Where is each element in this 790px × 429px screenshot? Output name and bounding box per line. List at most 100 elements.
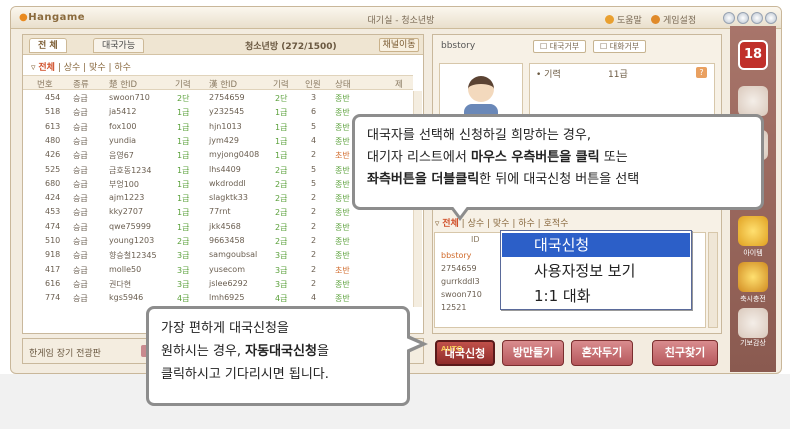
col-extra[interactable]: 제 <box>395 78 403 90</box>
table-cell: 918 <box>45 250 61 260</box>
user-filter-rival[interactable]: 호적수 <box>544 219 569 229</box>
list-item[interactable]: 2754659 <box>441 264 477 273</box>
table-cell: 2 <box>311 250 317 260</box>
col-han-level[interactable]: 기력 <box>273 78 289 90</box>
filter-lower[interactable]: 하수 <box>114 63 131 73</box>
table-row[interactable]: 453 승급 kky2707 1급 77rnt 2급 2 종반 <box>23 207 413 219</box>
table-cell: jkk4568 <box>209 221 241 231</box>
menu-item-private-chat[interactable]: 1:1 대화 <box>502 284 690 308</box>
reject-game-checkbox[interactable]: ☐ 대국거부 <box>533 40 587 53</box>
reject-chat-checkbox[interactable]: ☐ 대화거부 <box>593 40 647 53</box>
user-list-scrollbar[interactable] <box>708 232 718 328</box>
table-row[interactable]: 918 승급 향승철12345 3급 samgoubsal 3급 2 종반 <box>23 250 413 262</box>
table-cell: fox100 <box>109 121 137 131</box>
table-cell: 3급 <box>177 279 190 289</box>
table-cell: swoon710 <box>109 93 150 102</box>
table-cell: 5 <box>311 178 317 188</box>
user-list-header: ID <box>471 235 480 244</box>
tab-all[interactable]: 전 체 <box>29 38 67 53</box>
menu-item-apply-game[interactable]: 대국신청 <box>502 233 690 257</box>
col-people[interactable]: 인원 <box>305 78 321 90</box>
help-window-button[interactable] <box>723 12 735 24</box>
hangame-logo: ●Hangame <box>19 12 86 23</box>
table-cell: 1급 <box>177 122 190 132</box>
list-item[interactable]: 12521 <box>441 303 466 312</box>
table-cell: 종반 <box>335 237 350 246</box>
list-item[interactable]: bbstory <box>441 251 471 260</box>
table-cell: 승급 <box>73 208 88 218</box>
minimize-button[interactable] <box>737 12 749 24</box>
table-row[interactable]: 774 승급 kgs5946 4급 lmh6925 4급 4 종반 <box>23 293 413 305</box>
window-title: 대기실 - 청소년방 <box>367 16 435 26</box>
col-han-id[interactable]: 漢 한ID <box>209 78 237 90</box>
search-icon[interactable] <box>738 86 768 116</box>
table-cell: 종반 <box>335 294 350 304</box>
table-row[interactable]: 474 승급 qwe75999 1급 jkk4568 2급 2 종반 <box>23 222 413 234</box>
room-tab-bar: 전 체 대국가능 청소년방 (272/1500) 채널이동 <box>23 35 423 55</box>
callout-bottom: 가장 편하게 대국신청을 원하시는 경우, 자동대국신청을 클릭하시고 기다리시… <box>146 306 410 406</box>
table-cell: 2급 <box>275 194 288 204</box>
table-cell: 77rnt <box>209 207 231 217</box>
table-cell: 종반 <box>335 122 350 132</box>
table-cell: 승급 <box>73 279 88 289</box>
filter-all[interactable]: 전체 <box>38 63 55 73</box>
table-cell: 4급 <box>275 294 288 304</box>
table-cell: 453 <box>45 207 61 217</box>
list-item[interactable]: gurrkddl3 <box>441 277 480 286</box>
table-cell: 2 <box>311 193 317 203</box>
col-status[interactable]: 상태 <box>335 78 351 90</box>
title-bar: ●Hangame 대기실 - 청소년방 도움말 게임설정 <box>11 7 781 29</box>
table-cell: 초반 <box>335 265 350 275</box>
sidebar-item-label: 아이템 <box>743 249 763 257</box>
filter-upper[interactable]: 상수 <box>64 63 81 73</box>
user-filter: ▿ 전체 | 상수 | 맞수 | 하수 | 호적수 <box>432 219 569 229</box>
table-row[interactable]: 417 승급 molle50 3급 yusecom 3급 2 초반 <box>23 265 413 277</box>
table-row[interactable]: 454 승급 swoon710 2단 2754659 2단 3 종반 <box>23 93 413 105</box>
table-row[interactable]: 510 승급 young1203 2급 9663458 2급 2 종반 <box>23 236 413 248</box>
item-icon[interactable] <box>738 216 768 246</box>
find-friend-button[interactable]: 친구찾기 <box>652 340 718 366</box>
tab-available[interactable]: 대국가능 <box>93 38 145 53</box>
table-cell: 종반 <box>335 251 350 261</box>
help-link[interactable]: 도움말 <box>605 13 642 26</box>
auto-apply-button[interactable]: AUTO 대국신청 <box>435 340 495 366</box>
replay-icon[interactable] <box>738 308 768 338</box>
col-cho-level[interactable]: 기력 <box>175 78 191 90</box>
table-cell: 종반 <box>335 165 350 175</box>
table-cell: 6 <box>311 107 317 117</box>
list-item[interactable]: swoon710 <box>441 290 482 299</box>
table-cell: 종반 <box>335 94 350 103</box>
user-filter-equal[interactable]: 맞수 <box>493 219 510 229</box>
close-button[interactable] <box>765 12 777 24</box>
table-cell: 2급 <box>275 208 288 218</box>
help-icon[interactable]: ? <box>696 67 707 78</box>
charge-icon[interactable] <box>738 262 768 292</box>
solo-play-button[interactable]: 혼자두기 <box>571 340 633 366</box>
table-cell: 종반 <box>335 108 350 118</box>
filter-equal[interactable]: 맞수 <box>89 63 106 73</box>
table-cell: 2754659 <box>209 93 245 102</box>
menu-item-user-info[interactable]: 사용자정보 보기 <box>502 259 690 283</box>
table-cell: 1급 <box>177 194 190 204</box>
channel-move-button[interactable]: 채널이동 <box>379 38 419 52</box>
user-filter-lower[interactable]: 하수 <box>518 219 535 229</box>
create-room-button[interactable]: 방만들기 <box>502 340 564 366</box>
table-cell: 종반 <box>335 222 350 232</box>
col-number[interactable]: 번호 <box>37 78 53 90</box>
table-cell: 2 <box>311 236 317 245</box>
table-cell: 2단 <box>275 94 288 103</box>
table-cell: lhs4409 <box>209 164 241 174</box>
sidebar-item-label: 기보감상 <box>740 339 766 347</box>
table-row[interactable]: 616 승급 권다현 3급 jslee6292 3급 2 종반 <box>23 279 413 291</box>
context-menu: 대국신청 사용자정보 보기 1:1 대화 <box>500 230 692 310</box>
level-value: 11급 <box>608 70 628 80</box>
table-cell: 5 <box>311 164 317 174</box>
maximize-button[interactable] <box>751 12 763 24</box>
table-cell: 3급 <box>275 265 288 275</box>
table-cell: slagktk33 <box>209 193 248 203</box>
settings-link[interactable]: 게임설정 <box>651 13 696 26</box>
table-cell: young1203 <box>109 236 155 245</box>
col-type[interactable]: 종류 <box>73 78 89 90</box>
col-cho-id[interactable]: 楚 한ID <box>109 78 137 90</box>
table-cell: yundia <box>109 135 137 145</box>
